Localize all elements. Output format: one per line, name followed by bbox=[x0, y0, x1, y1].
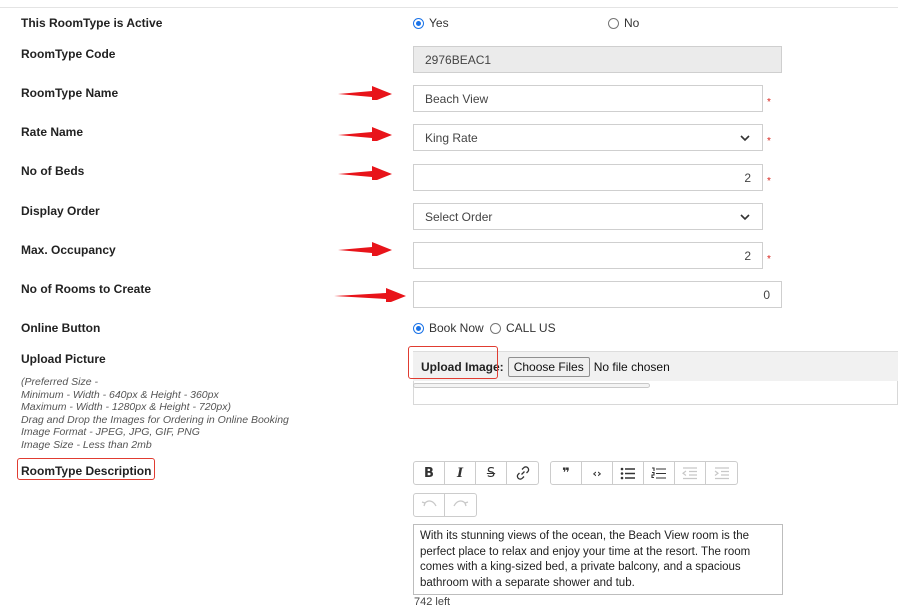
arrow-icon bbox=[338, 127, 392, 141]
italic-button[interactable]: I bbox=[445, 462, 476, 484]
rooms-to-create-value: 0 bbox=[763, 287, 770, 302]
redo-icon bbox=[452, 500, 468, 507]
character-counter: 742 left bbox=[414, 596, 451, 607]
bold-button[interactable]: B bbox=[414, 462, 445, 484]
arrow-icon bbox=[338, 242, 392, 256]
rooms-to-create-input[interactable]: 0 bbox=[413, 281, 782, 308]
description-editor[interactable]: With its stunning views of the ocean, th… bbox=[413, 524, 783, 595]
indent-button[interactable] bbox=[706, 462, 737, 484]
undo-icon bbox=[421, 500, 437, 507]
link-icon bbox=[516, 466, 529, 480]
occupancy-value: 2 bbox=[744, 248, 751, 263]
active-label: This RoomType is Active bbox=[21, 16, 163, 30]
rate-select[interactable]: King Rate bbox=[413, 124, 763, 151]
rate-value: King Rate bbox=[425, 130, 478, 145]
rooms-to-create-label: No of Rooms to Create bbox=[21, 282, 152, 296]
display-order-value: Select Order bbox=[425, 209, 493, 224]
chevron-down-icon bbox=[740, 134, 750, 141]
editor-toolbar-blocks: ❞ ‹› bbox=[550, 461, 738, 485]
upload-picture-label: Upload Picture bbox=[21, 352, 106, 366]
arrow-icon bbox=[338, 166, 392, 180]
radio-unselected-icon bbox=[608, 17, 619, 29]
hint-line: Maximum - Width - 1280px & Height - 720p… bbox=[21, 401, 231, 413]
upload-progress-bar bbox=[413, 383, 650, 388]
book-now-label: Book Now bbox=[429, 321, 484, 335]
top-divider bbox=[0, 7, 898, 8]
undo-button[interactable] bbox=[414, 494, 445, 516]
name-input[interactable]: Beach View bbox=[413, 85, 763, 112]
name-label: RoomType Name bbox=[21, 86, 119, 100]
outdent-button[interactable] bbox=[675, 462, 706, 484]
hint-line: (Preferred Size - bbox=[21, 376, 99, 388]
code-field: 2976BEAC1 bbox=[413, 46, 782, 73]
outdent-icon bbox=[682, 466, 697, 479]
name-value: Beach View bbox=[425, 91, 489, 106]
hint-line: Image Format - JPEG, JPG, GIF, PNG bbox=[21, 426, 200, 438]
hint-line: Image Size - Less than 2mb bbox=[21, 438, 152, 451]
blockquote-button[interactable]: ❞ bbox=[551, 462, 582, 484]
upload-highlight-box bbox=[408, 346, 498, 379]
required-marker: * bbox=[767, 176, 771, 187]
upload-hint: (Preferred Size - Minimum - Width - 640p… bbox=[21, 376, 289, 451]
active-yes-radio[interactable]: Yes bbox=[413, 16, 449, 30]
strikethrough-button[interactable]: S bbox=[476, 462, 507, 484]
arrow-icon bbox=[338, 86, 392, 100]
bulleted-list-icon bbox=[620, 467, 635, 479]
beds-label: No of Beds bbox=[21, 164, 85, 178]
occupancy-input[interactable]: 2 bbox=[413, 242, 763, 269]
hint-line: Minimum - Width - 640px & Height - 360px bbox=[21, 388, 219, 401]
editor-toolbar-format: B I S bbox=[413, 461, 539, 485]
radio-selected-icon bbox=[413, 322, 424, 334]
occupancy-label: Max. Occupancy bbox=[21, 243, 116, 257]
active-no-label: No bbox=[624, 16, 640, 30]
choose-files-button[interactable]: Choose Files bbox=[507, 356, 590, 377]
beds-value: 2 bbox=[744, 170, 751, 185]
book-now-radio[interactable]: Book Now bbox=[413, 321, 484, 335]
link-button[interactable] bbox=[507, 462, 538, 484]
numbered-list-icon bbox=[651, 466, 666, 479]
display-order-select[interactable]: Select Order bbox=[413, 203, 763, 230]
code-value: 2976BEAC1 bbox=[425, 52, 492, 67]
required-marker: * bbox=[767, 254, 771, 265]
code-label: RoomType Code bbox=[21, 47, 116, 61]
required-marker: * bbox=[767, 97, 771, 108]
active-no-radio[interactable]: No bbox=[608, 16, 639, 30]
bulleted-list-button[interactable] bbox=[613, 462, 644, 484]
file-status: No file chosen bbox=[593, 359, 670, 374]
online-button-label: Online Button bbox=[21, 321, 101, 335]
call-us-label: CALL US bbox=[506, 321, 556, 335]
active-yes-label: Yes bbox=[429, 16, 449, 30]
arrow-icon bbox=[334, 288, 406, 302]
radio-unselected-icon bbox=[490, 322, 501, 334]
editor-toolbar-history bbox=[413, 493, 477, 517]
chevron-down-icon bbox=[740, 213, 750, 220]
rate-label: Rate Name bbox=[21, 125, 84, 139]
call-us-radio[interactable]: CALL US bbox=[490, 321, 556, 335]
description-highlight-box bbox=[17, 458, 155, 480]
beds-input[interactable]: 2 bbox=[413, 164, 763, 191]
radio-selected-icon bbox=[413, 17, 424, 29]
indent-icon bbox=[714, 466, 729, 479]
required-marker: * bbox=[767, 136, 771, 147]
redo-button[interactable] bbox=[445, 494, 476, 516]
description-text: With its stunning views of the ocean, th… bbox=[420, 530, 751, 589]
display-order-label: Display Order bbox=[21, 204, 100, 218]
code-button[interactable]: ‹› bbox=[582, 462, 613, 484]
hint-line: Drag and Drop the Images for Ordering in… bbox=[21, 413, 289, 426]
numbered-list-button[interactable] bbox=[644, 462, 675, 484]
